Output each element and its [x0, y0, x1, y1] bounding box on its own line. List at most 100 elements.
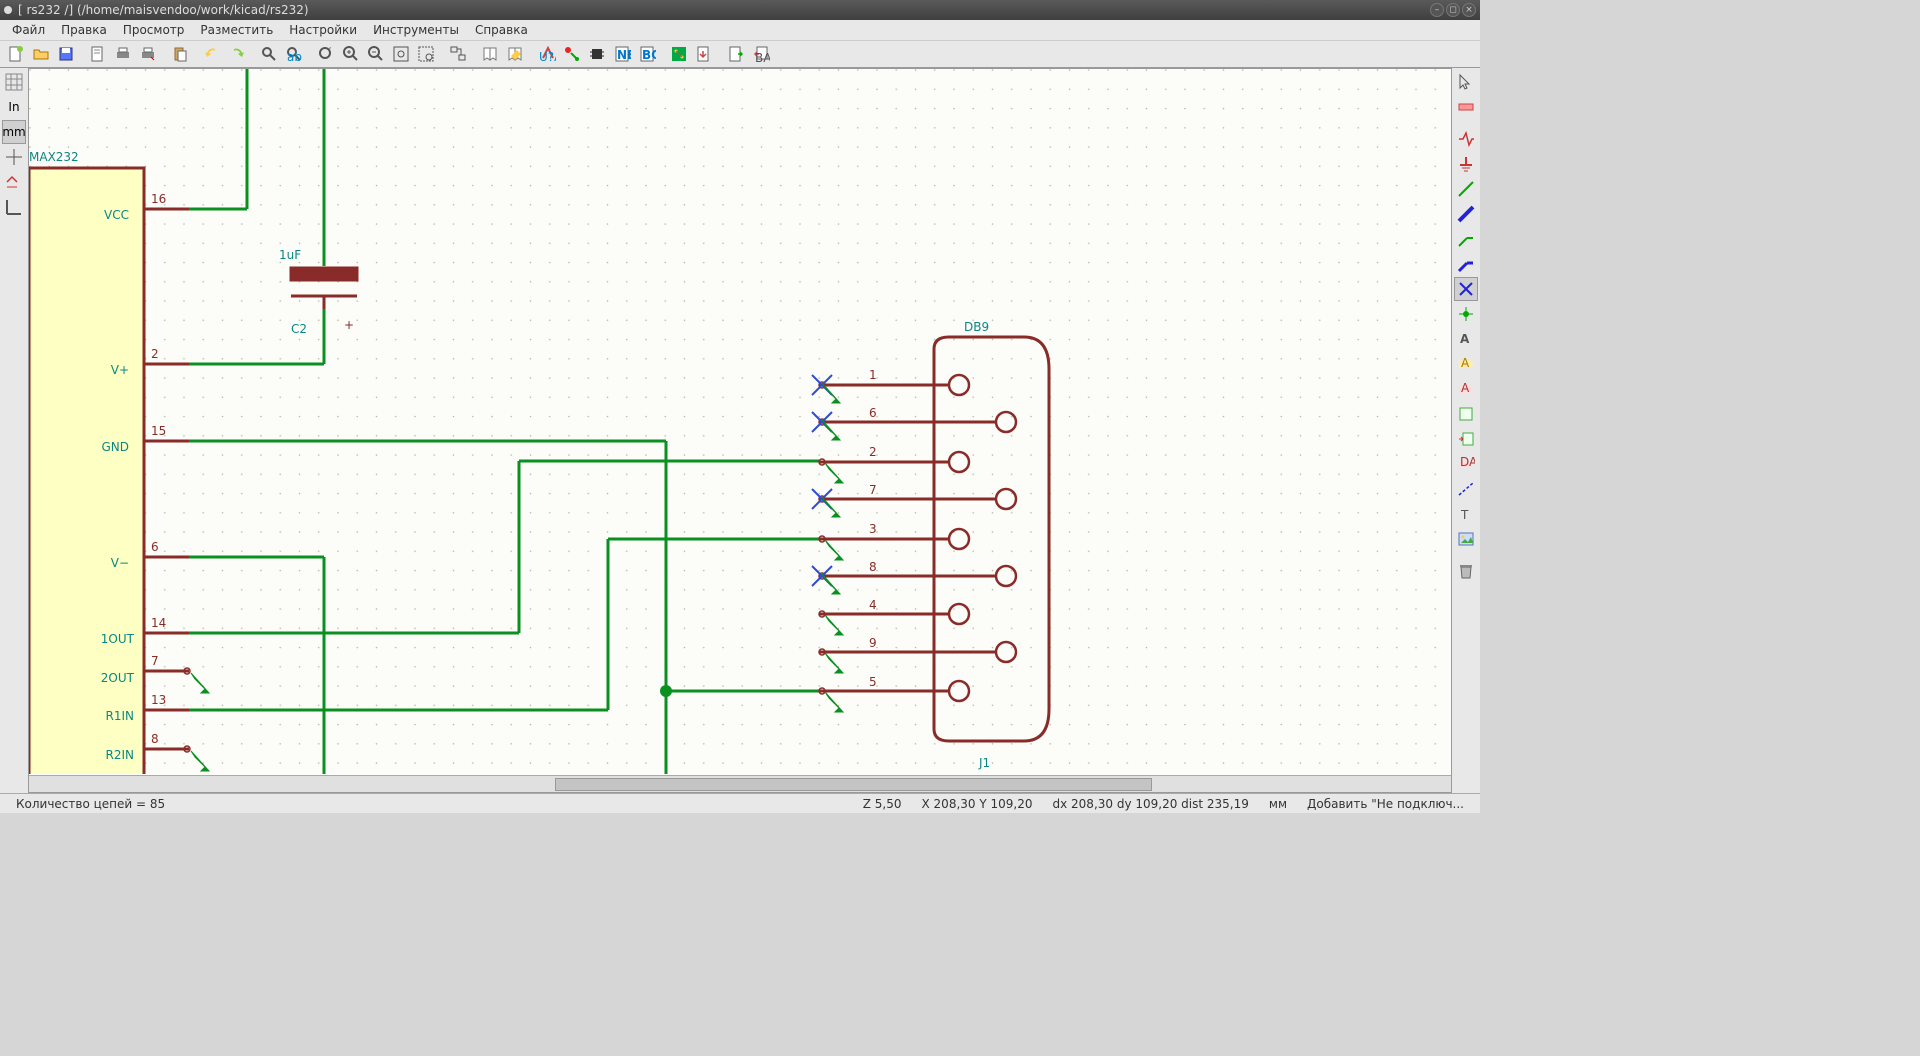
horizontal-scrollbar[interactable]: [29, 775, 1451, 792]
place-graphic-line-icon[interactable]: [1454, 477, 1478, 501]
new-icon[interactable]: [4, 42, 28, 66]
place-net-label-icon[interactable]: A: [1454, 327, 1478, 351]
svg-text:R2IN: R2IN: [106, 748, 135, 762]
cursor-shape-icon[interactable]: [2, 145, 26, 169]
place-power-icon[interactable]: [1454, 152, 1478, 176]
app-dot-icon: [4, 6, 12, 14]
place-global-label-icon[interactable]: A: [1454, 352, 1478, 376]
svg-text:BACK: BACK: [755, 51, 770, 63]
page-settings-icon[interactable]: [86, 42, 110, 66]
place-junction-icon[interactable]: [1454, 302, 1478, 326]
highlight-net-icon[interactable]: [1454, 95, 1478, 119]
cvpcb-icon[interactable]: [585, 42, 609, 66]
left-toolbar: In mm: [0, 68, 28, 793]
status-unit: мм: [1259, 797, 1297, 811]
import-footprints-icon[interactable]: [692, 42, 716, 66]
place-wire-icon[interactable]: [1454, 177, 1478, 201]
menu-help[interactable]: Справка: [469, 21, 534, 39]
import-sheet-pin-icon[interactable]: [1454, 427, 1478, 451]
status-dxy: dx 208,30 dy 109,20 dist 235,19: [1043, 797, 1259, 811]
annotate-icon[interactable]: U?A: [535, 42, 559, 66]
place-image-icon[interactable]: [1454, 527, 1478, 551]
place-bus-entry-icon[interactable]: [1454, 252, 1478, 276]
place-noconnect-icon[interactable]: [1454, 277, 1478, 301]
library-editor-icon[interactable]: [503, 42, 527, 66]
bom-icon[interactable]: BOM: [635, 42, 659, 66]
svg-text:BOM: BOM: [642, 48, 656, 62]
grid-toggle-icon[interactable]: [2, 70, 26, 94]
paste-icon[interactable]: [168, 42, 192, 66]
menu-edit[interactable]: Правка: [55, 21, 113, 39]
place-hier-label-icon[interactable]: A: [1454, 377, 1478, 401]
menu-prefs[interactable]: Настройки: [283, 21, 363, 39]
svg-text:3: 3: [869, 522, 877, 536]
close-button[interactable]: ×: [1462, 3, 1476, 17]
units-mm-button[interactable]: mm: [2, 120, 26, 144]
svg-text:7: 7: [869, 483, 877, 497]
print-icon[interactable]: [111, 42, 135, 66]
back-icon[interactable]: BACK: [749, 42, 773, 66]
units-inch-button[interactable]: In: [2, 95, 26, 119]
svg-text:A: A: [1461, 356, 1470, 370]
canvas-container: MAX232 VCC V+ GND V− 1OUT 2OUT R1IN R2IN: [28, 68, 1452, 793]
svg-text:2OUT: 2OUT: [101, 671, 135, 685]
statusbar: Количество цепей = 85 Z 5,50 X 208,30 Y …: [0, 793, 1480, 813]
svg-text:15: 15: [151, 424, 166, 438]
right-toolbar: A A A DA T: [1452, 68, 1480, 793]
place-sheet-icon[interactable]: [1454, 402, 1478, 426]
open-icon[interactable]: [29, 42, 53, 66]
zoom-out-icon[interactable]: [364, 42, 388, 66]
status-zoom: Z 5,50: [853, 797, 912, 811]
netlist-icon[interactable]: NET: [610, 42, 634, 66]
zoom-selection-icon[interactable]: [414, 42, 438, 66]
schematic-drawing: MAX232 VCC V+ GND V− 1OUT 2OUT R1IN R2IN: [29, 69, 1449, 774]
svg-text:16: 16: [151, 192, 166, 206]
svg-text:J1: J1: [978, 756, 990, 770]
svg-text:1uF: 1uF: [279, 248, 301, 262]
svg-text:GND: GND: [101, 440, 129, 454]
menu-tools[interactable]: Инструменты: [367, 21, 465, 39]
hierarchy-icon[interactable]: [446, 42, 470, 66]
svg-text:8: 8: [869, 560, 877, 574]
maximize-button[interactable]: ◻: [1446, 3, 1460, 17]
place-text-icon[interactable]: T: [1454, 502, 1478, 526]
place-component-icon[interactable]: [1454, 127, 1478, 151]
zoom-fit-icon[interactable]: [389, 42, 413, 66]
place-wire-entry-icon[interactable]: [1454, 227, 1478, 251]
svg-text:R1IN: R1IN: [106, 709, 135, 723]
svg-text:4: 4: [869, 598, 877, 612]
erc-icon[interactable]: [560, 42, 584, 66]
cursor-icon[interactable]: [1454, 70, 1478, 94]
status-nets: Количество цепей = 85: [6, 797, 175, 811]
hidden-pins-icon[interactable]: [2, 170, 26, 194]
pcbnew-icon[interactable]: [667, 42, 691, 66]
titlebar: [ rs232 /] (/home/maisvendoo/work/kicad/…: [0, 0, 1480, 20]
zoom-in-icon[interactable]: [339, 42, 363, 66]
svg-text:14: 14: [151, 616, 166, 630]
svg-text:8: 8: [151, 732, 159, 746]
svg-text:6: 6: [151, 540, 159, 554]
schematic-canvas[interactable]: MAX232 VCC V+ GND V− 1OUT 2OUT R1IN R2IN: [29, 69, 1451, 775]
svg-text:A: A: [1460, 332, 1470, 346]
library-browser-icon[interactable]: [478, 42, 502, 66]
menu-place[interactable]: Разместить: [194, 21, 279, 39]
svg-text:5: 5: [869, 675, 877, 689]
svg-text:A: A: [1461, 381, 1470, 395]
find-icon[interactable]: [257, 42, 281, 66]
zoom-redraw-icon[interactable]: [314, 42, 338, 66]
delete-icon[interactable]: [1454, 559, 1478, 583]
plot-icon[interactable]: [136, 42, 160, 66]
place-bus-icon[interactable]: [1454, 202, 1478, 226]
svg-text:7: 7: [151, 654, 159, 668]
place-sheet-pin-icon[interactable]: DA: [1454, 452, 1478, 476]
bus-direction-icon[interactable]: [2, 195, 26, 219]
undo-icon[interactable]: [200, 42, 224, 66]
svg-text:13: 13: [151, 693, 166, 707]
find-replace-icon[interactable]: ab: [282, 42, 306, 66]
redo-icon[interactable]: [225, 42, 249, 66]
minimize-button[interactable]: –: [1430, 3, 1444, 17]
save-icon[interactable]: [54, 42, 78, 66]
forward-icon[interactable]: [724, 42, 748, 66]
menu-file[interactable]: Файл: [6, 21, 51, 39]
menu-view[interactable]: Просмотр: [117, 21, 191, 39]
